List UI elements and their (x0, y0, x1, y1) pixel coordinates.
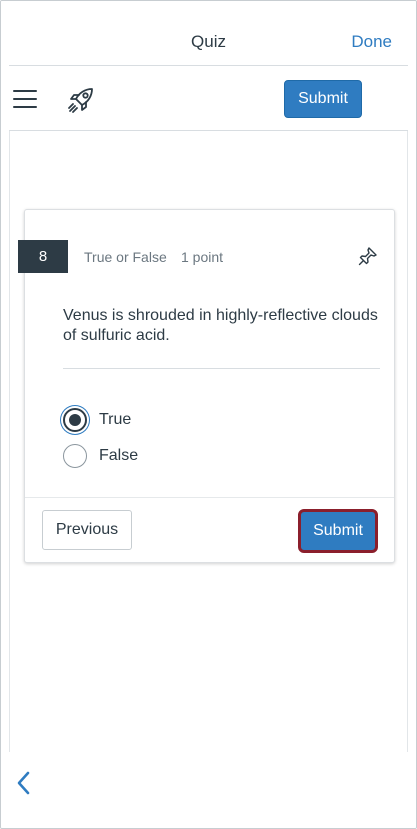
pin-icon[interactable] (358, 246, 378, 266)
previous-button[interactable]: Previous (42, 510, 132, 550)
answer-option-false[interactable]: False (63, 444, 138, 468)
answer-label: True (99, 411, 132, 428)
question-text: Venus is shrouded in highly-reflective c… (63, 307, 378, 344)
question-type: True or False (84, 249, 167, 265)
chevron-left-icon[interactable] (15, 770, 33, 796)
radio-selected-icon[interactable] (63, 408, 87, 432)
card-footer-divider (25, 497, 394, 498)
rocket-icon (68, 88, 93, 113)
question-points: 1 point (181, 249, 224, 265)
question-card: 8 True or False 1 point Venus is shroude… (18, 209, 395, 563)
bottom-bar (1, 752, 416, 828)
quiz-toolbar: Submit (1, 66, 416, 130)
radio-unselected-icon[interactable] (63, 444, 87, 468)
question-divider (63, 368, 380, 369)
done-button[interactable]: Done (351, 32, 392, 52)
submit-button[interactable]: Submit (298, 509, 378, 553)
answer-option-true[interactable]: True (63, 408, 131, 432)
nav-bar: Quiz Done (1, 1, 416, 65)
app-frame: Quiz Done Submit 8 True or False 1 point… (0, 0, 417, 829)
hamburger-menu-icon[interactable] (13, 90, 37, 108)
answer-label: False (99, 447, 139, 464)
question-number-badge: 8 (18, 240, 68, 273)
toolbar-submit-button[interactable]: Submit (284, 80, 362, 118)
